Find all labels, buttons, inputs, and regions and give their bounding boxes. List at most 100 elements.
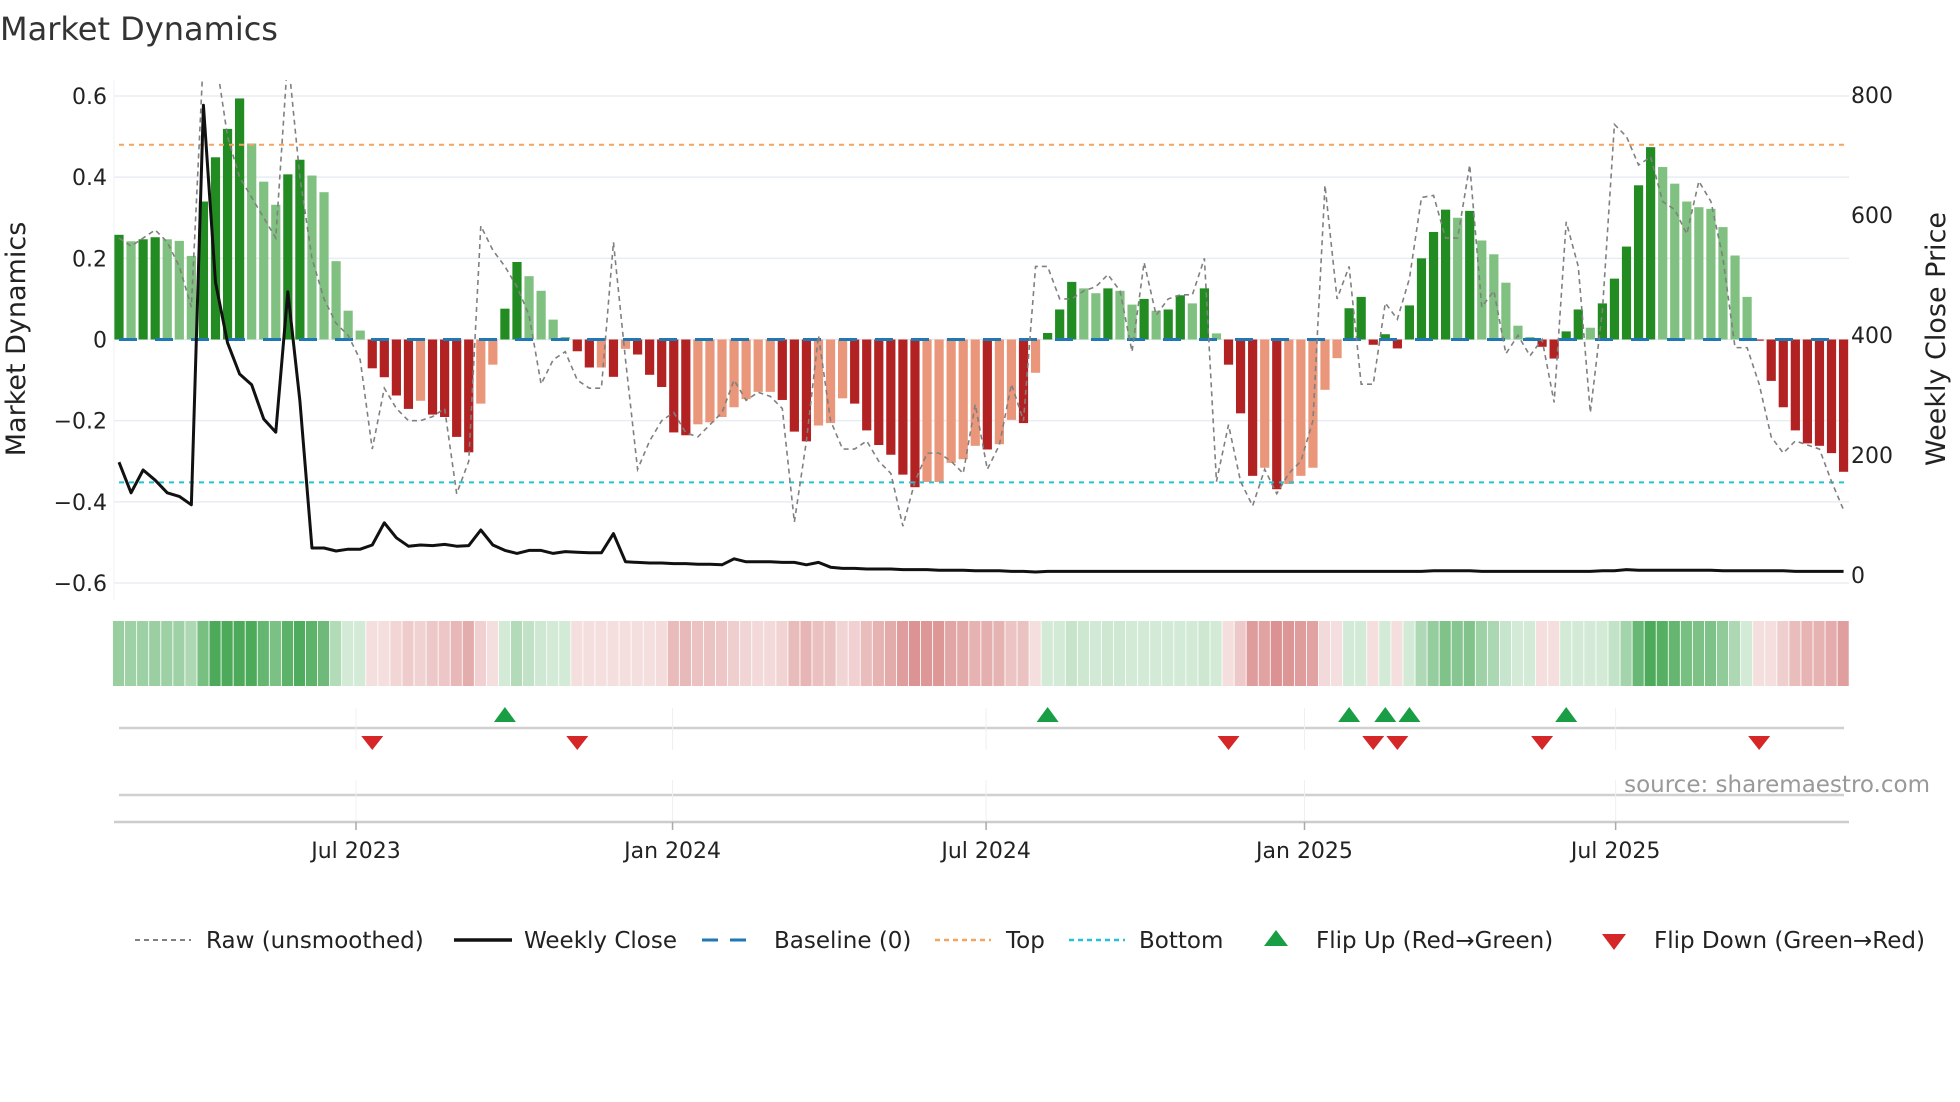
heatmap-cell [691, 621, 704, 686]
heatmap-cell [1813, 621, 1825, 686]
heatmap-cell [1656, 621, 1668, 686]
heatmap-cell [185, 621, 197, 686]
legend-close[interactable]: Weekly Close [454, 928, 677, 954]
heatmap-cell [1487, 621, 1500, 686]
heatmap-cell [1101, 621, 1114, 686]
bar [452, 339, 462, 437]
heatmap-cell [1210, 621, 1222, 686]
bar [427, 339, 438, 415]
y2-tick-label: 800 [1851, 84, 1893, 109]
raw-line [118, 80, 1845, 527]
bar [1706, 208, 1716, 340]
bar [789, 339, 799, 432]
heatmap-cell [486, 621, 499, 686]
bar [1814, 339, 1825, 446]
heatmap-cell [149, 621, 161, 686]
heatmap-cell [800, 621, 812, 686]
heatmap-cell [1692, 621, 1705, 686]
bar [391, 339, 401, 396]
bar [596, 339, 606, 368]
heatmap-cell [1343, 621, 1355, 686]
heatmap-cell [1005, 621, 1017, 686]
bar [741, 339, 751, 400]
heatmap-cell [1536, 621, 1548, 686]
heatmap-cell [945, 621, 957, 686]
bar [1006, 339, 1017, 420]
heatmap-cell [1331, 621, 1343, 686]
bar [295, 159, 305, 340]
heatmap-cell [776, 621, 788, 686]
bar [1646, 147, 1656, 340]
bar [1489, 254, 1499, 340]
heatmap-cell [1511, 621, 1524, 686]
bar [174, 240, 184, 340]
heatmap-cell [1608, 621, 1620, 686]
bar [1103, 288, 1113, 340]
flip-up-marker [1398, 707, 1421, 722]
legend-bottom[interactable]: Bottom [1069, 928, 1223, 954]
bar [1067, 281, 1077, 340]
bar [1453, 217, 1463, 340]
x-tick-label: Jul 2025 [1569, 839, 1661, 864]
x-tick-label: Jul 2023 [309, 839, 401, 864]
y-tick-label: −0.6 [54, 572, 107, 597]
heatmap-cell [125, 621, 137, 686]
heatmap-cell [583, 621, 595, 686]
bar [632, 339, 643, 355]
heatmap-cell [402, 621, 414, 686]
bar [1320, 339, 1330, 390]
heatmap-cell [354, 621, 366, 686]
y2-tick-label: 600 [1851, 204, 1893, 229]
bar [1501, 282, 1511, 340]
heatmap-cell [1126, 621, 1138, 686]
bar [403, 339, 414, 409]
bar [1043, 333, 1053, 340]
bar [500, 308, 510, 340]
bar [355, 330, 365, 340]
bar [1609, 278, 1620, 340]
bar [1115, 290, 1125, 340]
bar [717, 339, 727, 418]
heatmap-cell [1475, 621, 1487, 686]
heatmap-cell [740, 621, 752, 686]
heatmap-cell [221, 621, 233, 686]
legend-bottom-label: Bottom [1139, 928, 1223, 954]
heatmap-cell [426, 621, 438, 686]
market-dynamics-chart: Market Dynamics 0.6 0.4 0.2 0 −0.2 −0.4 −0.6 80… [0, 10, 1952, 954]
flip-down-marker [1362, 736, 1385, 750]
heatmap-cell [1572, 621, 1584, 686]
legend-top[interactable]: Top [935, 928, 1045, 954]
heatmap-cell [245, 621, 257, 686]
heatmap-cell [281, 621, 294, 686]
bar [1091, 293, 1101, 340]
heatmap-cell [1198, 621, 1210, 686]
heatmap-cell [1584, 621, 1596, 686]
bar [1477, 240, 1487, 340]
legend-raw[interactable]: Raw (unsmoothed) [135, 928, 424, 954]
heatmap-cell [1741, 621, 1753, 686]
bar [259, 181, 269, 340]
legend-top-label: Top [1005, 928, 1045, 954]
bar [379, 339, 389, 378]
heatmap-cell [1355, 621, 1367, 686]
heatmap-cell [1499, 621, 1512, 686]
heatmap-cell [269, 621, 281, 686]
bar [367, 339, 377, 369]
bar [934, 339, 944, 482]
heatmap-cell [619, 621, 631, 686]
heatmap-cell [896, 621, 909, 686]
legend-baseline[interactable]: Baseline (0) [702, 928, 911, 954]
legend-flip-down[interactable]: Flip Down (Green→Red) [1602, 928, 1925, 954]
heatmap-cell [1246, 621, 1258, 686]
flip-panel [119, 707, 1844, 822]
heatmap-cell [728, 621, 740, 686]
bar [850, 339, 860, 404]
bar [970, 339, 980, 446]
bar [1356, 296, 1366, 340]
heatmap-cell [1306, 621, 1319, 686]
heatmap-cell [1270, 621, 1282, 686]
legend-flip-up[interactable]: Flip Up (Red→Green) [1264, 928, 1553, 954]
bar [693, 339, 703, 425]
heatmap-cell [764, 621, 776, 686]
bars [114, 98, 1849, 490]
